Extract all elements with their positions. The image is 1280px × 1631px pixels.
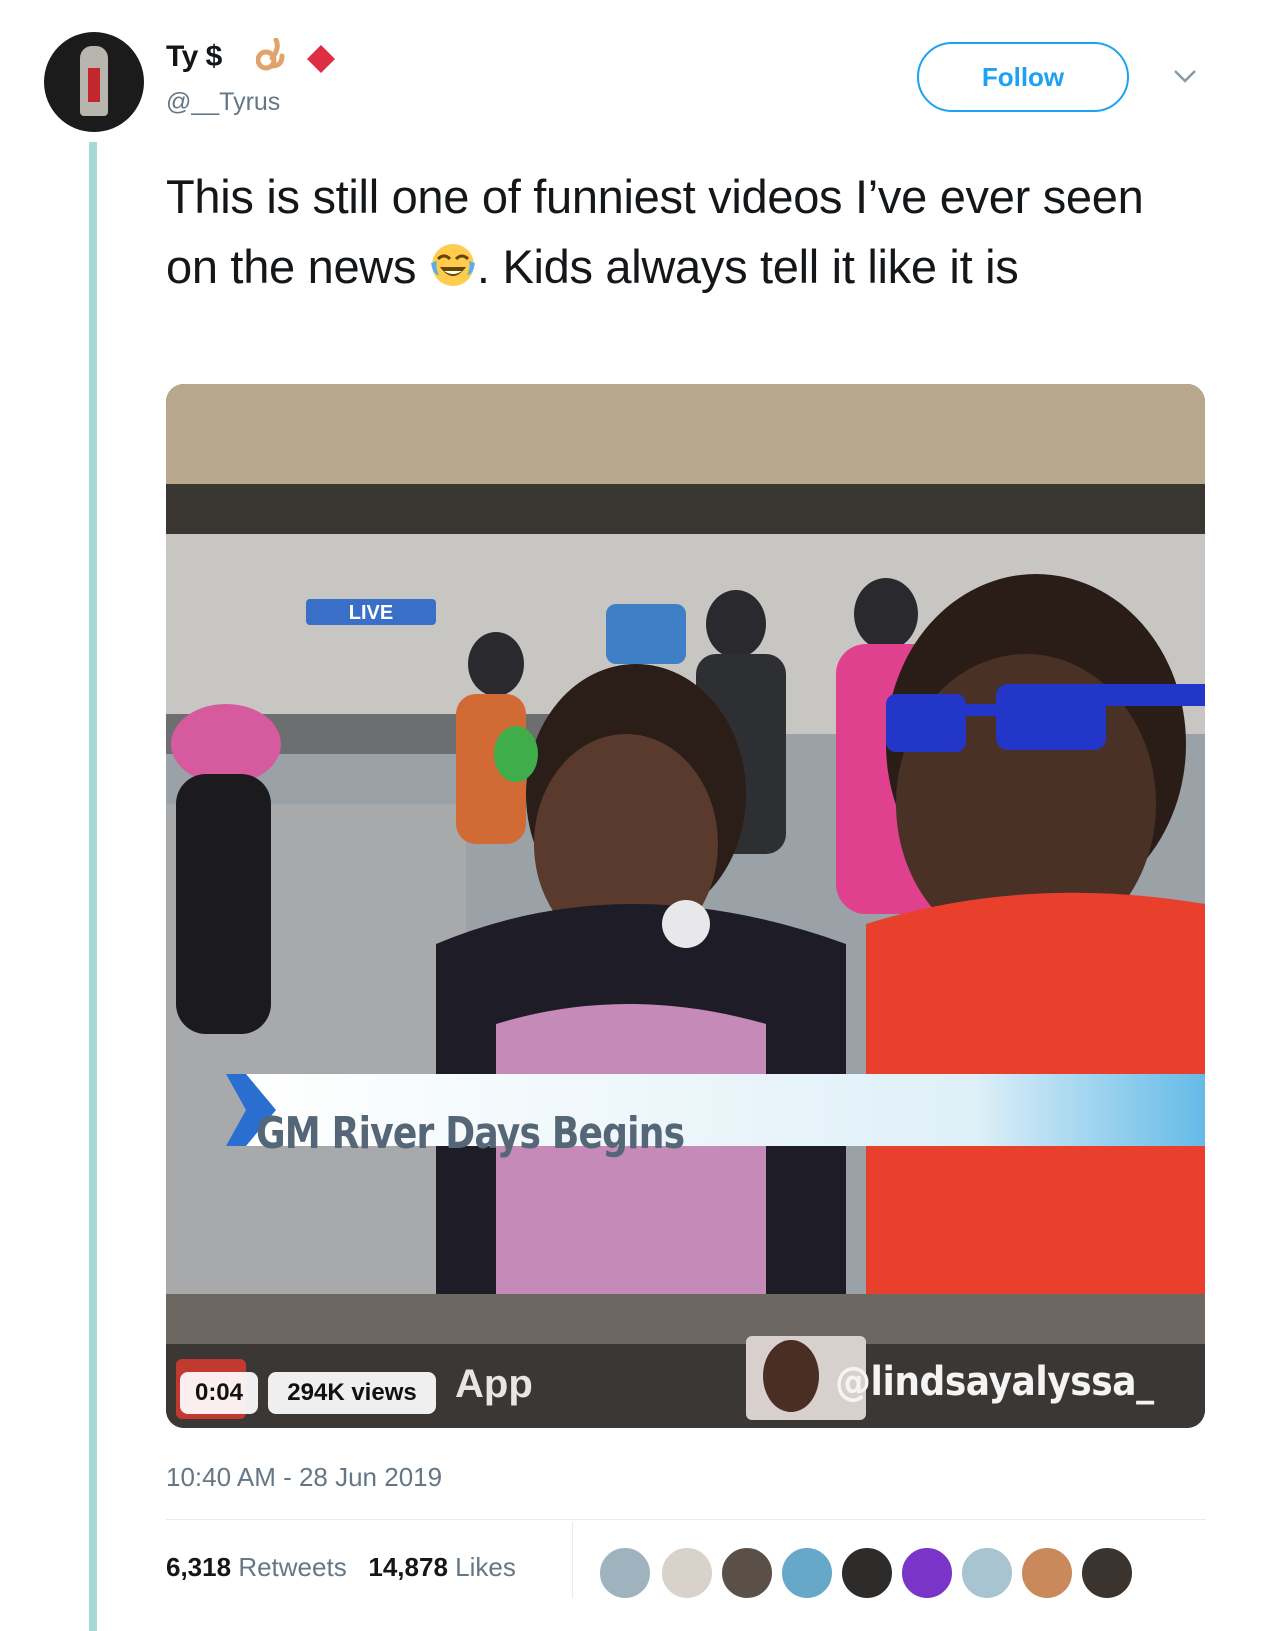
likes-label: Likes	[455, 1552, 516, 1582]
red-diamond-icon	[307, 45, 335, 73]
likes-stat[interactable]: 14,878 Likes	[368, 1552, 515, 1582]
video-frame: LIVE	[166, 384, 1205, 1428]
likes-count: 14,878	[368, 1552, 448, 1582]
tweet-timestamp[interactable]: 10:40 AM - 28 Jun 2019	[166, 1462, 442, 1493]
divider	[166, 1519, 1206, 1520]
tweet-stats: 6,318 Retweets 14,878 Likes	[166, 1552, 516, 1583]
liker-avatar[interactable]	[780, 1546, 834, 1600]
video-duration: 0:04	[180, 1372, 258, 1414]
follow-button[interactable]: Follow	[917, 42, 1129, 112]
liker-avatar[interactable]	[900, 1546, 954, 1600]
thread-line	[89, 142, 97, 1631]
liker-avatar[interactable]	[1080, 1546, 1134, 1600]
author-handle[interactable]: @__Tyrus	[166, 88, 280, 117]
liker-avatar[interactable]	[598, 1546, 652, 1600]
lower-third-caption: GM River Days Begins	[256, 1108, 685, 1159]
video-player[interactable]: LIVE	[166, 384, 1205, 1428]
author-display-name[interactable]: Ty $	[166, 40, 222, 74]
ok-hand-icon	[256, 38, 285, 71]
liker-avatar[interactable]	[960, 1546, 1014, 1600]
video-watermark: @lindsayalyssa_	[835, 1359, 1154, 1405]
retweets-stat[interactable]: 6,318 Retweets	[166, 1552, 347, 1582]
face-with-tears-of-joy-icon	[430, 244, 475, 286]
live-badge: LIVE	[349, 602, 393, 624]
retweets-label: Retweets	[238, 1552, 347, 1582]
liker-avatar[interactable]	[720, 1546, 774, 1600]
liker-avatar[interactable]	[1020, 1546, 1074, 1600]
video-views: 294K views	[268, 1372, 436, 1414]
tweet-text-part2: . Kids always tell it like it is	[476, 240, 1019, 293]
retweets-count: 6,318	[166, 1552, 232, 1582]
chevron-down-icon[interactable]	[1170, 64, 1200, 88]
video-app-text: App	[455, 1362, 533, 1406]
avatar-shirt	[88, 68, 100, 102]
stats-separator	[572, 1522, 573, 1598]
author-avatar[interactable]	[44, 32, 144, 132]
liker-avatar[interactable]	[660, 1546, 714, 1600]
liker-avatar[interactable]	[840, 1546, 894, 1600]
tweet-text: This is still one of funniest videos I’v…	[166, 162, 1206, 302]
